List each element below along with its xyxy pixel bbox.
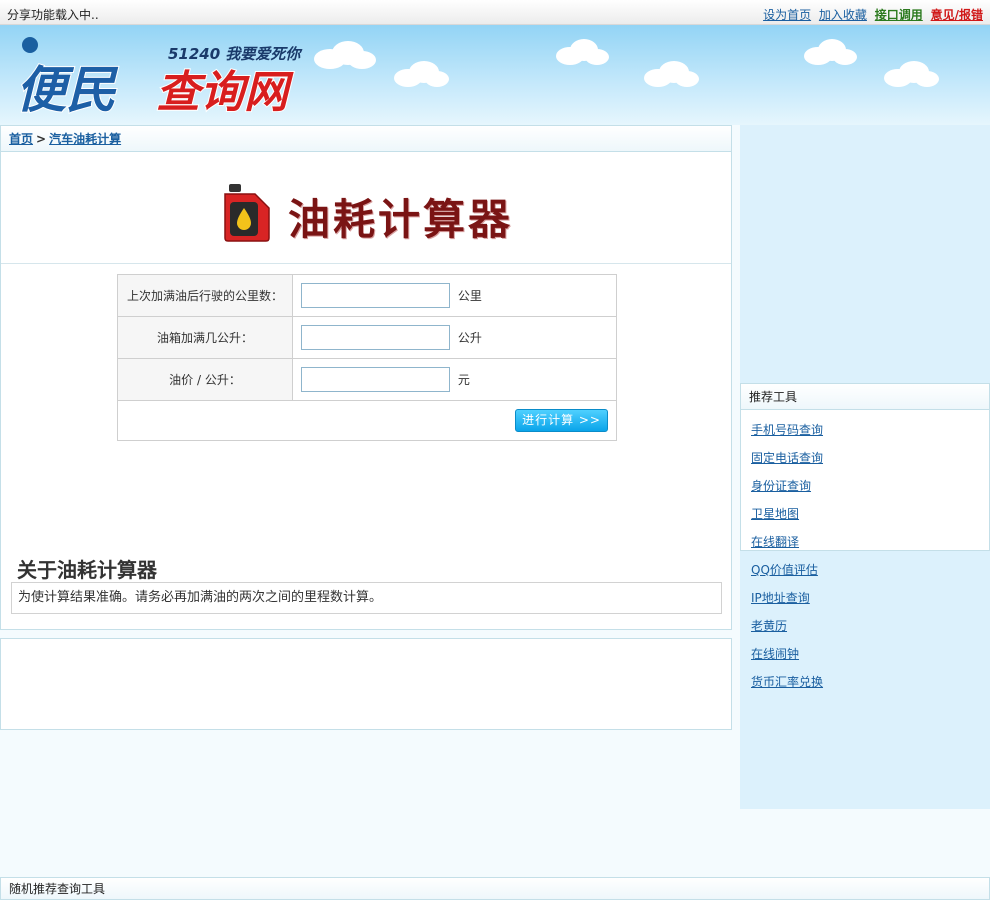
- about-heading: 关于油耗计算器: [17, 558, 157, 582]
- breadcrumb-home-link[interactable]: 首页: [9, 132, 33, 146]
- logo-text-bianmin: 便民: [16, 61, 119, 117]
- add-favorite-link[interactable]: 加入收藏: [819, 8, 867, 22]
- breadcrumb-separator: >: [36, 132, 47, 146]
- recommended-tools-panel: 推荐工具 手机号码查询固定电话查询身份证查询卫星地图在线翻译 QQ价值评估 IP地址…: [740, 383, 990, 689]
- tool-link-satellite-map[interactable]: 卫星地图: [751, 507, 799, 521]
- list-item: 手机号码查询: [751, 416, 873, 444]
- tool-link-almanac[interactable]: 老黄历: [751, 619, 787, 633]
- logo-text-chaxunwang: 查询网: [156, 67, 294, 117]
- site-header: 51240 我要爱死你 便民 查询网: [0, 25, 990, 125]
- cloud-decoration: [394, 61, 449, 87]
- recommended-tools-title: 推荐工具: [741, 384, 989, 410]
- tool-link-idcard[interactable]: 身份证查询: [751, 479, 811, 493]
- liters-label: 油箱加满几公升：: [117, 316, 293, 359]
- list-item: 身份证查询: [751, 472, 873, 500]
- list-item: 固定电话查询: [751, 444, 873, 472]
- fuel-calculator-form: 上次加满油后行驶的公里数： 公里 油箱加满几公升： 公升 油价 / 公升： 元 …: [117, 274, 617, 441]
- list-item: 货币汇率兑换: [751, 668, 873, 696]
- top-links: 设为首页 加入收藏 接口调用 意见/报错: [759, 6, 983, 23]
- calculator-banner: 油耗计算器: [1, 152, 731, 264]
- ad-placeholder: [0, 638, 732, 730]
- distance-unit: 公里: [457, 289, 482, 303]
- list-item: 老黄历: [751, 612, 873, 640]
- cloud-decoration: [556, 39, 609, 65]
- random-tools-bar: 随机推荐查询工具: [0, 877, 990, 900]
- liters-input[interactable]: [301, 325, 450, 350]
- tools-list: 手机号码查询固定电话查询身份证查询卫星地图在线翻译 QQ价值评估 IP地址查询老黄历…: [741, 410, 989, 696]
- form-row-liters: 油箱加满几公升： 公升: [117, 316, 617, 359]
- report-link[interactable]: 意见/报错: [931, 8, 983, 22]
- list-item: IP地址查询: [751, 584, 873, 612]
- list-item: 卫星地图: [751, 500, 873, 528]
- breadcrumb-current-link[interactable]: 汽车油耗计算: [49, 132, 121, 146]
- tool-link-alarm[interactable]: 在线闹钟: [751, 647, 799, 661]
- tool-link-exchange[interactable]: 货币汇率兑换: [751, 675, 823, 689]
- main-panel: 首页 > 汽车油耗计算 油耗计算器 上次加满油后行驶的公里数： 公里 油箱加满几公升…: [0, 125, 732, 630]
- logo-slogan: 51240 我要爱死你: [168, 45, 303, 63]
- oil-can-icon: [224, 184, 270, 242]
- breadcrumb: 首页 > 汽车油耗计算: [1, 126, 731, 152]
- calculator-title: 油耗计算器: [288, 195, 514, 244]
- tool-link-translate[interactable]: 在线翻译: [751, 535, 799, 549]
- about-text: 为使计算结果准确。请务必再加满油的两次之间的里程数计算。: [11, 582, 722, 614]
- list-item: 在线闹钟: [751, 640, 873, 668]
- form-row-distance: 上次加满油后行驶的公里数： 公里: [117, 274, 617, 317]
- tool-link-mobile[interactable]: 手机号码查询: [751, 423, 823, 437]
- price-input[interactable]: [301, 367, 450, 392]
- cloud-decoration: [884, 61, 939, 87]
- form-row-action: 进行计算 >>: [117, 400, 617, 441]
- calculate-button[interactable]: 进行计算 >>: [515, 409, 608, 432]
- site-logo[interactable]: 51240 我要爱死你 便民 查询网: [8, 33, 318, 117]
- form-row-price: 油价 / 公升： 元: [117, 358, 617, 401]
- share-loading-text: 分享功能载入中..: [7, 8, 99, 22]
- price-unit: 元: [457, 373, 470, 387]
- distance-input[interactable]: [301, 283, 450, 308]
- tool-link-qq-value[interactable]: QQ价值评估: [751, 563, 818, 577]
- top-bar: 分享功能载入中.. 设为首页 加入收藏 接口调用 意见/报错: [0, 0, 990, 25]
- cloud-decoration: [644, 61, 699, 87]
- api-link[interactable]: 接口调用: [875, 8, 923, 22]
- tool-link-landline[interactable]: 固定电话查询: [751, 451, 823, 465]
- cloud-decoration: [314, 41, 376, 69]
- cloud-decoration: [804, 39, 857, 65]
- list-item: 在线翻译: [751, 528, 873, 556]
- liters-unit: 公升: [457, 331, 482, 345]
- set-homepage-link[interactable]: 设为首页: [763, 8, 811, 22]
- distance-label: 上次加满油后行驶的公里数：: [117, 274, 293, 317]
- price-label: 油价 / 公升：: [117, 358, 293, 401]
- list-item: QQ价值评估: [751, 556, 873, 584]
- tool-link-ip[interactable]: IP地址查询: [751, 591, 810, 605]
